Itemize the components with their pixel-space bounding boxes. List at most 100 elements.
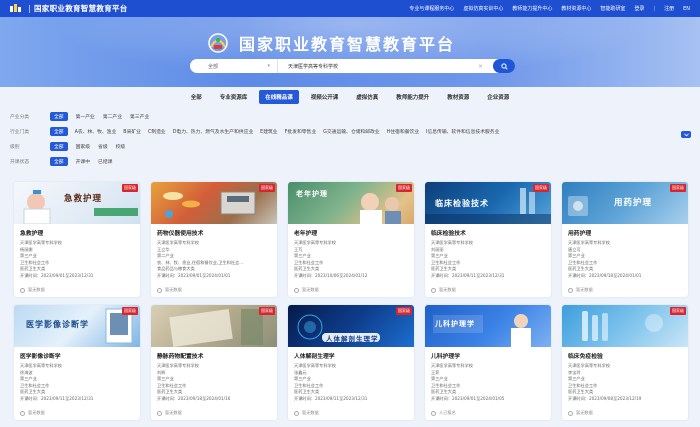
filter-option[interactable]: C制造业 <box>148 128 166 135</box>
course-thumbnail: 人体解剖生理学 国家级 <box>288 305 414 347</box>
search-button[interactable] <box>493 59 515 73</box>
course-status: 暂无数据 <box>576 410 593 415</box>
tab-teacher-ability[interactable]: 教师能力提升 <box>390 90 435 104</box>
course-card[interactable]: 国家级 药物仪器使用技术 天津医学高等专科学校 王立华 第二产业 农、林、牧、渔… <box>151 182 277 297</box>
course-title: 临床检验技术 <box>431 231 466 237</box>
course-card[interactable]: 医学影像诊断学 国家级 医学影像诊断学 天津医学高等专科学校 徐海波 第三产业 … <box>14 305 140 420</box>
filter-option[interactable]: 开课中 <box>76 158 90 165</box>
user-icon <box>157 287 162 293</box>
user-icon <box>294 410 299 416</box>
user-icon <box>568 410 573 416</box>
course-footer: 暂无数据 <box>20 410 45 416</box>
tab-resource-library[interactable]: 专业资源库 <box>214 90 254 104</box>
course-school: 天津医学高等专科学校 <box>157 363 199 368</box>
course-footer: 暂无数据 <box>20 287 45 293</box>
course-period: 开课时间：2023/09/18至2024/01/01 <box>568 272 642 278</box>
filter-label: 级别 <box>10 144 20 150</box>
tab-enterprise-resources[interactable]: 企业资源 <box>481 90 515 104</box>
filter-option[interactable]: I信息传输、软件和信息技术服务业 <box>426 128 499 135</box>
filter-option[interactable]: F批发和零售业 <box>285 128 317 135</box>
search-scope-select[interactable]: 全部 ▾ <box>190 59 278 73</box>
course-thumbnail: 用药护理 国家级 <box>562 182 688 224</box>
filter-option[interactable]: 国家级 <box>76 143 90 150</box>
topbar-divider <box>29 4 30 13</box>
thumbnail-title: 用药护理 <box>614 198 653 208</box>
course-footer: 暂无数据 <box>568 287 593 293</box>
thumbnail-title: 急救护理 <box>64 194 103 204</box>
tab-textbook-resources[interactable]: 教材资源 <box>441 90 475 104</box>
course-school: 天津医学高等专科学校 <box>431 363 473 368</box>
filter-option[interactable]: G交通运输、仓储和邮政业 <box>323 128 379 135</box>
filter-row-industry-category: 行业门类 全部 A农、林、牧、渔业 B采矿业 C制造业 D电力、热力、燃气及水生… <box>10 125 690 137</box>
course-status: 暂无数据 <box>165 287 182 292</box>
filter-option[interactable]: 全部 <box>50 156 68 166</box>
course-teacher: 王菲 <box>431 369 440 375</box>
tab-quality-courses[interactable]: 在线精品课 <box>259 89 299 104</box>
level-badge: 国家级 <box>396 184 412 192</box>
nav-textbook-center[interactable]: 教材资源中心 <box>561 5 591 12</box>
course-period: 开课时间：2023/09/01至2024/01/05 <box>431 395 505 401</box>
tab-all[interactable]: 全部 <box>185 90 208 104</box>
filter-option[interactable]: 全部 <box>50 111 68 121</box>
login-link[interactable]: 登录 <box>634 5 644 12</box>
course-sector: 卫生和社会工作 <box>20 259 50 265</box>
filter-option[interactable]: A农、林、牧、渔业 <box>75 128 117 135</box>
course-thumbnail: 国家级 <box>562 305 688 347</box>
course-card[interactable]: 人体解剖生理学 国家级 人体解剖生理学 天津医学高等专科学校 张鑫元 第三产业 … <box>288 305 414 420</box>
course-card[interactable]: 国家级 临床免疫检验 天津医学高等专科学校 李宝玲 第三产业 卫生和社会工作 医… <box>562 305 688 420</box>
course-footer: 暂无数据 <box>294 287 319 293</box>
filter-option[interactable]: 已结课 <box>98 158 112 165</box>
chevron-down-icon <box>683 132 689 136</box>
filter-row-level: 级别 全部 国家级 省级 校级 <box>10 140 690 152</box>
expand-filters-button[interactable] <box>681 131 691 138</box>
course-period: 开课时间：2023/09/18至2024/01/16 <box>157 395 231 401</box>
tab-open-video-courses[interactable]: 视频公开课 <box>305 90 345 104</box>
level-badge: 国家级 <box>396 307 412 315</box>
course-card[interactable]: 临床检验技术 国家级 临床检验技术 天津医学高等专科学校 刘丽丽 第三产业 卫生… <box>425 182 551 297</box>
course-school: 天津医学高等专科学校 <box>568 363 610 368</box>
course-teacher: 刘辉 <box>157 369 166 375</box>
filter-option[interactable]: D电力、热力、燃气及水生产和供应业 <box>173 128 253 135</box>
filter-option[interactable]: 全部 <box>50 141 68 151</box>
hero-banner: 国家职业教育智慧教育平台 全部 ▾ × <box>0 17 700 87</box>
course-thumbnail: 国家级 <box>151 305 277 347</box>
nav-virtual-sim-center[interactable]: 虚拟仿真实训中心 <box>463 5 503 12</box>
course-status: 人已报名 <box>439 410 456 415</box>
course-category: 食品药品与粮食大类 <box>157 266 195 272</box>
course-card[interactable]: 老年护理 国家级 老年护理 天津医学高等专科学校 王芃 第三产业 卫生和社会工作… <box>288 182 414 297</box>
clear-icon[interactable]: × <box>478 63 483 70</box>
course-sector: 农、林、牧、渔业,住宿和餐饮业,卫生和社会... <box>157 259 244 265</box>
course-teacher: 李宝玲 <box>568 369 581 375</box>
course-card[interactable]: 儿科护理学 儿科护理学 天津医学高等专科学校 王菲 第三产业 卫生和社会工作 医… <box>425 305 551 420</box>
course-footer: 人已报名 <box>431 410 456 416</box>
filter-option[interactable]: 第三产业 <box>130 113 149 120</box>
course-period: 开课时间：2023/09/01至2024/01/01 <box>157 272 231 278</box>
search-input[interactable] <box>278 63 478 69</box>
nav-teacher-ability-center[interactable]: 教师能力提升中心 <box>512 5 552 12</box>
tab-virtual-simulation[interactable]: 虚拟仿真 <box>350 90 384 104</box>
thumbnail-title: 老年护理 <box>296 189 328 198</box>
filter-option[interactable]: 校级 <box>116 143 126 150</box>
register-link[interactable]: 注册 <box>664 5 674 12</box>
nav-course-service-center[interactable]: 专业与课程服务中心 <box>409 5 454 12</box>
course-category: 医药卫生大类 <box>431 389 457 395</box>
course-industry: 第三产业 <box>568 376 585 382</box>
course-card[interactable]: 用药护理 国家级 用药护理 天津医学高等专科学校 唐立可 第三产业 卫生和社会工… <box>562 182 688 297</box>
course-school: 天津医学高等专科学校 <box>431 240 473 245</box>
hero-title: 国家职业教育智慧教育平台 <box>239 35 456 54</box>
course-card[interactable]: 急救护理 国家级 急救护理 天津医学高等专科学校 杨丽娜 第三产业 卫生和社会工… <box>14 182 140 297</box>
filter-option[interactable]: E建筑业 <box>260 128 277 135</box>
nav-ai-assistant[interactable]: 智能助研室 <box>600 5 625 12</box>
language-toggle[interactable]: EN <box>683 6 690 12</box>
search-icon <box>500 62 508 70</box>
course-industry: 第二产业 <box>157 253 174 259</box>
filter-option[interactable]: 第二产业 <box>103 113 122 120</box>
filter-option[interactable]: H住宿和餐饮业 <box>387 128 419 135</box>
course-card[interactable]: 国家级 静脉药物配置技术 天津医学高等专科学校 刘辉 第三产业 卫生和社会工作 … <box>151 305 277 420</box>
filter-option[interactable]: 省级 <box>98 143 108 150</box>
filter-option[interactable]: B采矿业 <box>123 128 141 135</box>
filter-option[interactable]: 全部 <box>50 126 68 136</box>
filter-label: 行业门类 <box>10 129 30 135</box>
filter-option[interactable]: 第一产业 <box>76 113 95 120</box>
course-school: 天津医学高等专科学校 <box>568 240 610 245</box>
